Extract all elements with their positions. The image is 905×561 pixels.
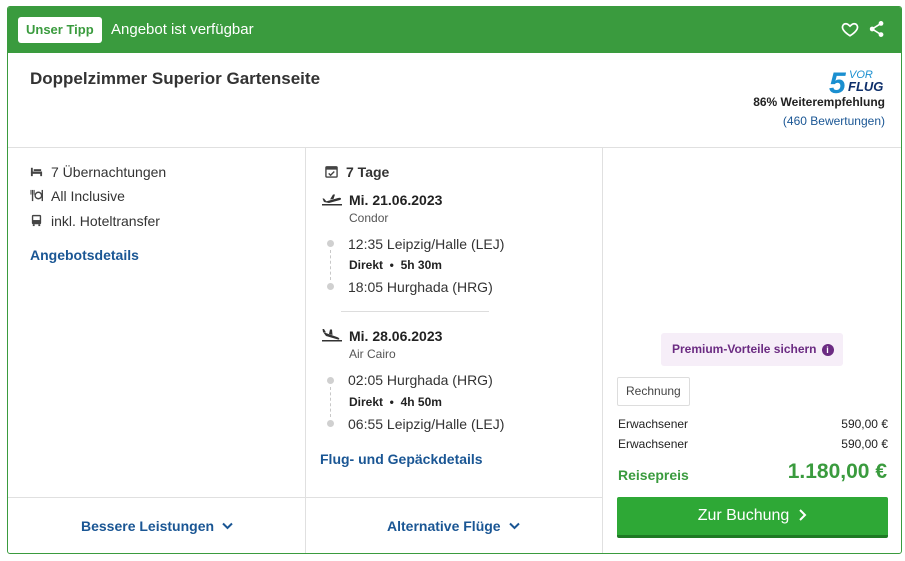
feature-board: All Inclusive (30, 188, 125, 204)
offer-details-link[interactable]: Angebotsdetails (30, 247, 139, 263)
heart-icon[interactable] (841, 20, 859, 38)
bus-icon (31, 214, 42, 227)
room-title: Doppelzimmer Superior Gartenseite (30, 69, 321, 88)
timeline-dot (327, 283, 334, 290)
bed-icon (30, 167, 43, 177)
plane-arrival-icon (322, 329, 342, 342)
better-services-toggle[interactable]: Bessere Leistungen (81, 518, 233, 534)
availability-text: Angebot ist verfügbar (111, 21, 254, 38)
return-direct-info: Direkt • 4h 50m (349, 395, 442, 409)
column-divider (602, 147, 603, 553)
calendar-icon (325, 166, 338, 178)
outbound-arrival: 18:05 Hurghada (HRG) (348, 279, 493, 295)
plane-departure-icon (322, 194, 342, 206)
outbound-airline: Condor (349, 211, 389, 225)
total-label: Reisepreis (618, 467, 689, 483)
flight-baggage-details-link[interactable]: Flug- und Gepäckdetails (320, 451, 483, 467)
chevron-down-icon (222, 522, 233, 530)
footer-divider (8, 497, 602, 498)
outbound-departure: 12:35 Leipzig/Halle (LEJ) (348, 236, 505, 252)
return-airline: Air Cairo (349, 347, 396, 361)
timeline-dot (327, 420, 334, 427)
recommendation-rate: 86% Weiterempfehlung (753, 95, 885, 109)
premium-benefits-button[interactable]: Premium-Vorteile sichern i (661, 333, 843, 366)
divider (8, 147, 901, 148)
return-arrival: 06:55 Leipzig/Halle (LEJ) (348, 416, 505, 432)
share-icon[interactable] (869, 20, 885, 38)
trip-duration: 7 Tage (325, 164, 389, 180)
cutlery-icon (30, 189, 43, 202)
svg-text:FLUG: FLUG (848, 79, 883, 94)
book-button[interactable]: Zur Buchung (617, 497, 888, 538)
timeline-dot (327, 240, 334, 247)
timeline-line (330, 250, 331, 280)
invoice-tag: Rechnung (617, 377, 690, 406)
timeline-line (330, 387, 331, 417)
svg-text:5: 5 (829, 67, 847, 97)
info-icon[interactable]: i (821, 344, 834, 356)
return-date: Mi. 28.06.2023 (349, 328, 443, 344)
outbound-direct-info: Direkt • 5h 30m (349, 258, 442, 272)
tip-badge: Unser Tipp (18, 17, 102, 43)
chevron-down-icon (508, 522, 520, 530)
flight-separator (341, 311, 489, 312)
feature-transfer: inkl. Hoteltransfer (30, 213, 160, 229)
chevron-right-icon (799, 509, 807, 521)
price-row: Erwachsener 590,00 € (618, 417, 888, 431)
price-row: Erwachsener 590,00 € (618, 437, 888, 451)
feature-nights: 7 Übernachtungen (30, 164, 166, 180)
offer-header-bar: Unser Tipp Angebot ist verfügbar (8, 7, 901, 53)
alternative-flights-toggle[interactable]: Alternative Flüge (387, 518, 520, 534)
column-divider (305, 147, 306, 553)
outbound-date: Mi. 21.06.2023 (349, 192, 443, 208)
reviews-link[interactable]: (460 Bewertungen) (783, 114, 885, 128)
timeline-dot (327, 377, 334, 384)
offer-card: Unser Tipp Angebot ist verfügbar Doppelz… (7, 6, 902, 554)
total-price: 1.180,00 € (787, 460, 887, 483)
return-departure: 02:05 Hurghada (HRG) (348, 372, 493, 388)
vorflug-rating-logo: 5 VOR FLUG (829, 67, 883, 97)
